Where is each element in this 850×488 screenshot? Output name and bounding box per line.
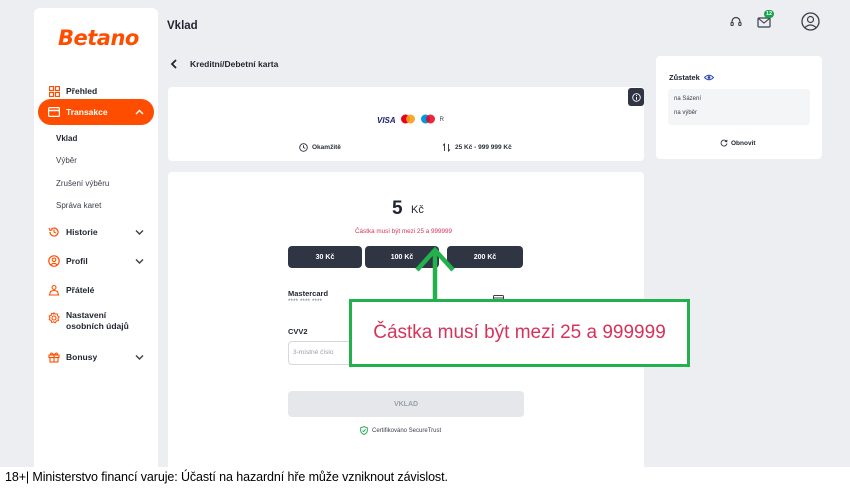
- deposit-limits-label: 25 Kč - 999 999 Kč: [455, 144, 512, 151]
- card-icon: [48, 106, 60, 118]
- balance-title-label: Zůstatek: [669, 73, 700, 82]
- registered-mark: R: [439, 117, 445, 123]
- mastercard-logo: [400, 114, 416, 126]
- info-button[interactable]: [628, 88, 644, 106]
- balance-withdrawable: na výběr: [674, 110, 698, 116]
- sidebar: Betano Přehled Transakce Vklad Výběr Zru…: [34, 8, 158, 467]
- sidebar-item-nastaveni[interactable]: Nastavení osobních údajů: [38, 310, 154, 344]
- maestro-logo: [420, 114, 436, 126]
- payment-logos: VISA R: [377, 114, 444, 126]
- sidebar-sub-vklad[interactable]: Vklad: [56, 134, 77, 143]
- deposit-submit-button[interactable]: VKLAD: [288, 391, 524, 417]
- visa-logo: VISA: [377, 115, 396, 125]
- grid-icon: [48, 85, 60, 97]
- shield-icon: [360, 426, 368, 435]
- account-icon[interactable]: [801, 12, 820, 36]
- card-number: **** **** ****: [288, 299, 323, 305]
- deposit-limits: 25 Kč - 999 999 Kč: [442, 143, 512, 152]
- amount-input[interactable]: 5: [392, 198, 403, 220]
- processing-time-label: Okamžitě: [312, 144, 341, 151]
- gift-icon: [48, 351, 60, 363]
- sidebar-item-label: Nastavení osobních údajů: [66, 310, 129, 331]
- chevron-up-icon: [135, 107, 144, 117]
- sidebar-item-label: Profil: [66, 256, 88, 266]
- chevron-down-icon: [135, 256, 144, 266]
- balance-title: Zůstatek: [669, 73, 714, 82]
- securetrust-badge: Certifikováno SecureTrust: [360, 426, 441, 435]
- sidebar-item-profil[interactable]: Profil: [38, 248, 154, 274]
- sidebar-item-label: Historie: [66, 227, 98, 237]
- sidebar-sub-zruseni-vyberu[interactable]: Zrušení výběru: [56, 179, 109, 188]
- method-title: Kreditní/Debetní karta: [190, 59, 279, 69]
- sidebar-item-label: Přehled: [66, 86, 98, 96]
- history-icon: [48, 226, 60, 238]
- friends-icon: [48, 284, 60, 296]
- swap-icon: [442, 143, 451, 152]
- mail-count-badge: 12: [764, 10, 775, 18]
- annotation-arrow: [415, 246, 455, 300]
- securetrust-label: Certifikováno SecureTrust: [372, 427, 442, 434]
- user-icon: [48, 255, 60, 267]
- page-title: Vklad: [167, 20, 198, 32]
- balance-betting: na Sázení: [674, 96, 702, 102]
- support-icon[interactable]: [729, 15, 743, 34]
- back-button[interactable]: Kreditní/Debetní karta: [170, 59, 278, 69]
- sidebar-sub-vyber[interactable]: Výběr: [56, 156, 77, 165]
- sidebar-item-historie[interactable]: Historie: [38, 219, 154, 245]
- refresh-icon: [720, 139, 728, 147]
- app-window: Betano Přehled Transakce Vklad Výběr Zru…: [0, 0, 850, 467]
- header-actions: 12: [729, 10, 820, 36]
- amount-error-message: Částka musí být mezi 25 a 999999: [355, 228, 452, 235]
- sidebar-item-transakce[interactable]: Transakce: [38, 99, 154, 125]
- eye-icon[interactable]: [703, 74, 714, 81]
- info-icon: [631, 92, 641, 102]
- betano-logo[interactable]: Betano: [58, 26, 139, 50]
- annotation-callout: Částka musí být mezi 25 a 999999: [349, 299, 690, 367]
- mail-icon[interactable]: 12: [757, 10, 775, 33]
- sidebar-item-pratele[interactable]: Přátelé: [38, 277, 154, 303]
- annotation-callout-text: Částka musí být mezi 25 a 999999: [373, 322, 666, 343]
- refresh-button[interactable]: Obnovit: [720, 139, 756, 147]
- chevron-down-icon: [135, 227, 144, 237]
- settings-icon: [48, 312, 60, 324]
- sidebar-item-bonusy[interactable]: Bonusy: [38, 344, 154, 370]
- chevron-down-icon: [135, 352, 144, 362]
- quick-amount-30-button[interactable]: 30 Kč: [288, 246, 362, 268]
- chevron-left-icon: [170, 59, 177, 69]
- refresh-label: Obnovit: [731, 139, 756, 147]
- gambling-disclaimer: 18+| Ministerstvo financí varuje: Účastí…: [5, 470, 448, 484]
- sidebar-item-label: Transakce: [66, 107, 108, 117]
- quick-amount-200-button[interactable]: 200 Kč: [447, 246, 523, 268]
- cvv-input[interactable]: 3-místné číslo: [288, 341, 354, 365]
- sidebar-item-label: Bonusy: [66, 352, 98, 362]
- cvv-label: CVV2: [288, 327, 308, 336]
- currency-label: Kč: [411, 204, 424, 216]
- card-name: Mastercard: [288, 289, 329, 298]
- balance-details: na Sázení na výběr: [668, 89, 810, 125]
- processing-time: Okamžitě: [299, 143, 341, 152]
- sidebar-item-label: Přátelé: [66, 285, 95, 295]
- clock-icon: [299, 143, 308, 152]
- sidebar-sub-sprava-karet[interactable]: Správa karet: [56, 201, 101, 210]
